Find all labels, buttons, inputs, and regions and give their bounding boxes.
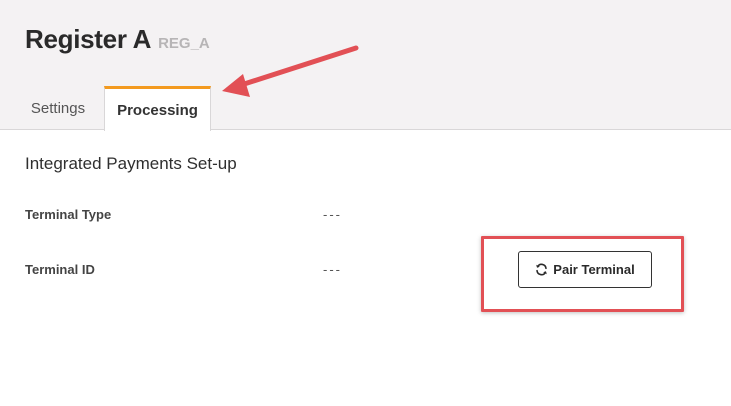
terminal-type-label: Terminal Type [25,207,112,222]
section-title: Integrated Payments Set-up [25,154,237,173]
terminal-id-label: Terminal ID [25,262,95,277]
pair-terminal-label: Pair Terminal [553,262,635,277]
refresh-icon [535,263,548,276]
title-row: Register A REG_A [25,24,210,55]
register-code: REG_A [158,35,210,52]
pair-terminal-button[interactable]: Pair Terminal [518,251,652,288]
terminal-type-value: --- [323,207,342,222]
tab-processing[interactable]: Processing [104,86,211,131]
page-title: Register A [25,24,152,54]
tab-settings[interactable]: Settings [14,86,102,130]
terminal-id-value: --- [323,262,342,277]
